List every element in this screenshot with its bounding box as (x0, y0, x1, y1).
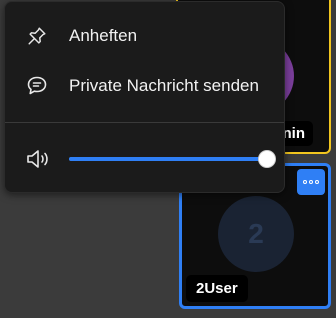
participant-name-tag: 2User (186, 275, 248, 302)
pin-icon (25, 24, 49, 48)
volume-slider[interactable] (69, 151, 275, 167)
speaker-icon (25, 147, 51, 171)
menu-item-label: Anheften (69, 26, 138, 45)
menu-divider (5, 122, 284, 123)
avatar-initial: 2 (248, 218, 264, 249)
menu-item-private-message[interactable]: Private Nachricht senden (5, 63, 284, 109)
participant-context-menu: Anheften Private Nachricht senden (4, 1, 285, 193)
participant-name: 2User (196, 280, 238, 297)
chat-bubble-icon (25, 74, 49, 98)
participant-name: nin (282, 125, 306, 142)
volume-control (5, 142, 284, 176)
volume-slider-thumb[interactable] (259, 151, 275, 167)
menu-item-label: Private Nachricht senden (69, 76, 259, 95)
more-options-button[interactable] (297, 169, 325, 195)
volume-slider-fill (69, 157, 267, 161)
avatar: 2 (218, 196, 294, 272)
more-dots-icon (303, 180, 319, 184)
menu-item-pin[interactable]: Anheften (5, 13, 284, 59)
